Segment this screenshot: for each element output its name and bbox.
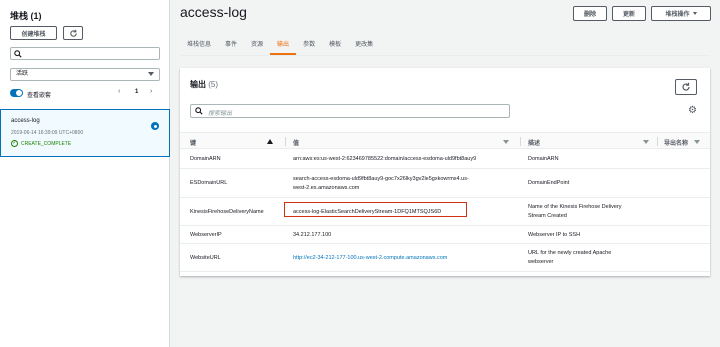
stack-status-filter[interactable]: 活跃 — [10, 68, 160, 81]
output-key: DomainARN — [190, 155, 221, 162]
tab-item[interactable]: 模板 — [322, 33, 348, 55]
output-description-line: DomainEndPoint — [528, 180, 570, 186]
toggle-label: 查看嵌套 — [27, 93, 52, 99]
output-value-line: 34.212.177.100 — [293, 231, 332, 238]
refresh-icon — [69, 29, 77, 37]
output-description: URL for the newly created Apache webserve… — [528, 249, 653, 267]
outputs-search-input[interactable]: 搜索输出 — [190, 104, 510, 118]
table-row: DomainARN arn:aws:es:us-west-2:6234697855… — [180, 149, 710, 169]
outputs-panel: 输出 (5) 搜索输出 ⚙ 键 值 描述 导出名称 DomainARN arn:a… — [180, 68, 710, 276]
stack-date: 2019-06-14 16:39:09 UTC+0800 — [11, 130, 84, 136]
tab-item[interactable]: 堆栈信息 — [180, 33, 218, 55]
stack-select-radio[interactable] — [151, 122, 159, 130]
stack-status: ✓ CREATE_COMPLETE — [11, 140, 71, 147]
sidebar-title: 堆栈 (1) — [10, 11, 42, 21]
output-key: ESDomainURL — [190, 180, 228, 186]
tab-item[interactable]: 事件 — [218, 33, 244, 55]
sort-asc-icon[interactable] — [267, 139, 273, 144]
output-value-link[interactable]: http://ec2-34-212-177-100.us-west-2.comp… — [293, 254, 513, 263]
outputs-title: 输出 (5) — [190, 79, 218, 90]
output-description-line: Name of the Kinesis Firehose Delivery — [528, 204, 622, 210]
stack-actions-button[interactable]: 堆栈操作 — [651, 6, 711, 21]
delete-button[interactable]: 删除 — [573, 6, 607, 21]
refresh-icon — [682, 82, 690, 91]
chevron-down-icon — [148, 72, 154, 76]
output-description: DomainEndPoint — [528, 179, 653, 188]
search-icon — [14, 50, 22, 58]
chevron-left-icon[interactable]: ‹ — [118, 88, 120, 95]
detail-tabs: 堆栈信息 事件 资源 输出 参数 模板 更改集 — [180, 33, 380, 55]
page-title: access-log — [180, 4, 247, 20]
output-description: DomainARN — [528, 155, 653, 164]
column-divider — [285, 137, 286, 146]
page-number[interactable]: 1 — [135, 89, 138, 95]
sort-icon[interactable] — [694, 140, 700, 144]
table-row: WebserverIP 34.212.177.100 Webserver IP to… — [180, 226, 710, 244]
output-value-line: west-2.es.amazonaws.com — [293, 184, 360, 191]
output-description-line: Webserver IP to SSH — [528, 231, 581, 238]
stacks-sidebar: 堆栈 (1) 创建堆栈 活跃 查看嵌套 ‹ 1 › access-log 201… — [0, 0, 170, 347]
column-description[interactable]: 描述 — [528, 138, 540, 147]
filter-value: 活跃 — [16, 71, 29, 77]
output-value: search-access-esdoma-uld9fbt8auy9-goc7x2… — [293, 175, 513, 193]
outputs-count: (5) — [208, 80, 219, 89]
output-value[interactable]: http://ec2-34-212-177-100.us-west-2.comp… — [293, 254, 513, 263]
table-row: ESDomainURL search-access-esdoma-uld9fbt8… — [180, 169, 710, 198]
chevron-right-icon[interactable]: › — [150, 88, 152, 95]
check-circle-icon: ✓ — [11, 140, 18, 147]
output-description: Name of the Kinesis Firehose Delivery Str… — [528, 203, 653, 221]
column-export[interactable]: 导出名称 — [664, 138, 688, 147]
gear-icon[interactable]: ⚙ — [688, 106, 697, 116]
update-button[interactable]: 更新 — [612, 6, 646, 21]
output-value-line: search-access-esdoma-uld9fbt8auy9-goc7x2… — [293, 175, 469, 182]
output-value: arn:aws:es:us-west-2:623469785522:domain… — [293, 155, 513, 164]
column-value[interactable]: 值 — [293, 138, 299, 147]
create-stack-button[interactable]: 创建堆栈 — [10, 26, 57, 40]
outputs-title-text: 输出 — [190, 80, 206, 89]
sort-icon[interactable] — [503, 140, 509, 144]
output-value-line: arn:aws:es:us-west-2:623469785522:domain… — [293, 155, 477, 162]
highlight-box — [284, 202, 467, 217]
output-description-line: webserver — [528, 259, 554, 265]
output-key: WebsiteURL — [190, 254, 221, 261]
column-key[interactable]: 键 — [190, 138, 196, 147]
nested-toggle[interactable] — [10, 89, 23, 97]
table-row: KinesisFirehoseDeliveryName access-log-El… — [180, 198, 710, 226]
output-description-line: DomainARN — [528, 155, 559, 162]
sort-icon[interactable] — [643, 140, 649, 144]
sidebar-refresh-button[interactable] — [63, 26, 83, 40]
output-description-line: Stream Created — [528, 213, 567, 219]
tabs-divider — [180, 55, 710, 56]
table-header: 键 值 描述 导出名称 — [180, 132, 710, 149]
stack-search-input[interactable] — [10, 47, 160, 60]
column-divider — [657, 137, 658, 146]
column-divider — [520, 137, 521, 146]
table-row: WebsiteURL http://ec2-34-212-177-100.us-w… — [180, 244, 710, 272]
stack-list-item[interactable]: access-log 2019-06-14 16:39:09 UTC+0800 … — [0, 109, 170, 157]
stack-status-text: CREATE_COMPLETE — [21, 140, 72, 147]
output-description-line: URL for the newly created Apache — [528, 250, 612, 256]
tab-item[interactable]: 更改集 — [348, 33, 380, 55]
tab-item[interactable]: 资源 — [244, 33, 270, 55]
outputs-refresh-button[interactable] — [675, 79, 697, 95]
output-value: 34.212.177.100 — [293, 231, 513, 240]
search-placeholder: 搜索输出 — [208, 111, 233, 117]
search-icon — [195, 107, 203, 115]
output-key: KinesisFirehoseDeliveryName — [190, 208, 264, 215]
stack-name: access-log — [11, 118, 40, 124]
output-description: Webserver IP to SSH — [528, 231, 653, 240]
chevron-down-icon — [692, 12, 697, 15]
output-key: WebserverIP — [190, 231, 222, 238]
tab-item[interactable]: 输出 — [270, 33, 297, 55]
stack-actions-label: 堆栈操作 — [665, 12, 690, 18]
tab-item[interactable]: 参数 — [296, 33, 322, 55]
